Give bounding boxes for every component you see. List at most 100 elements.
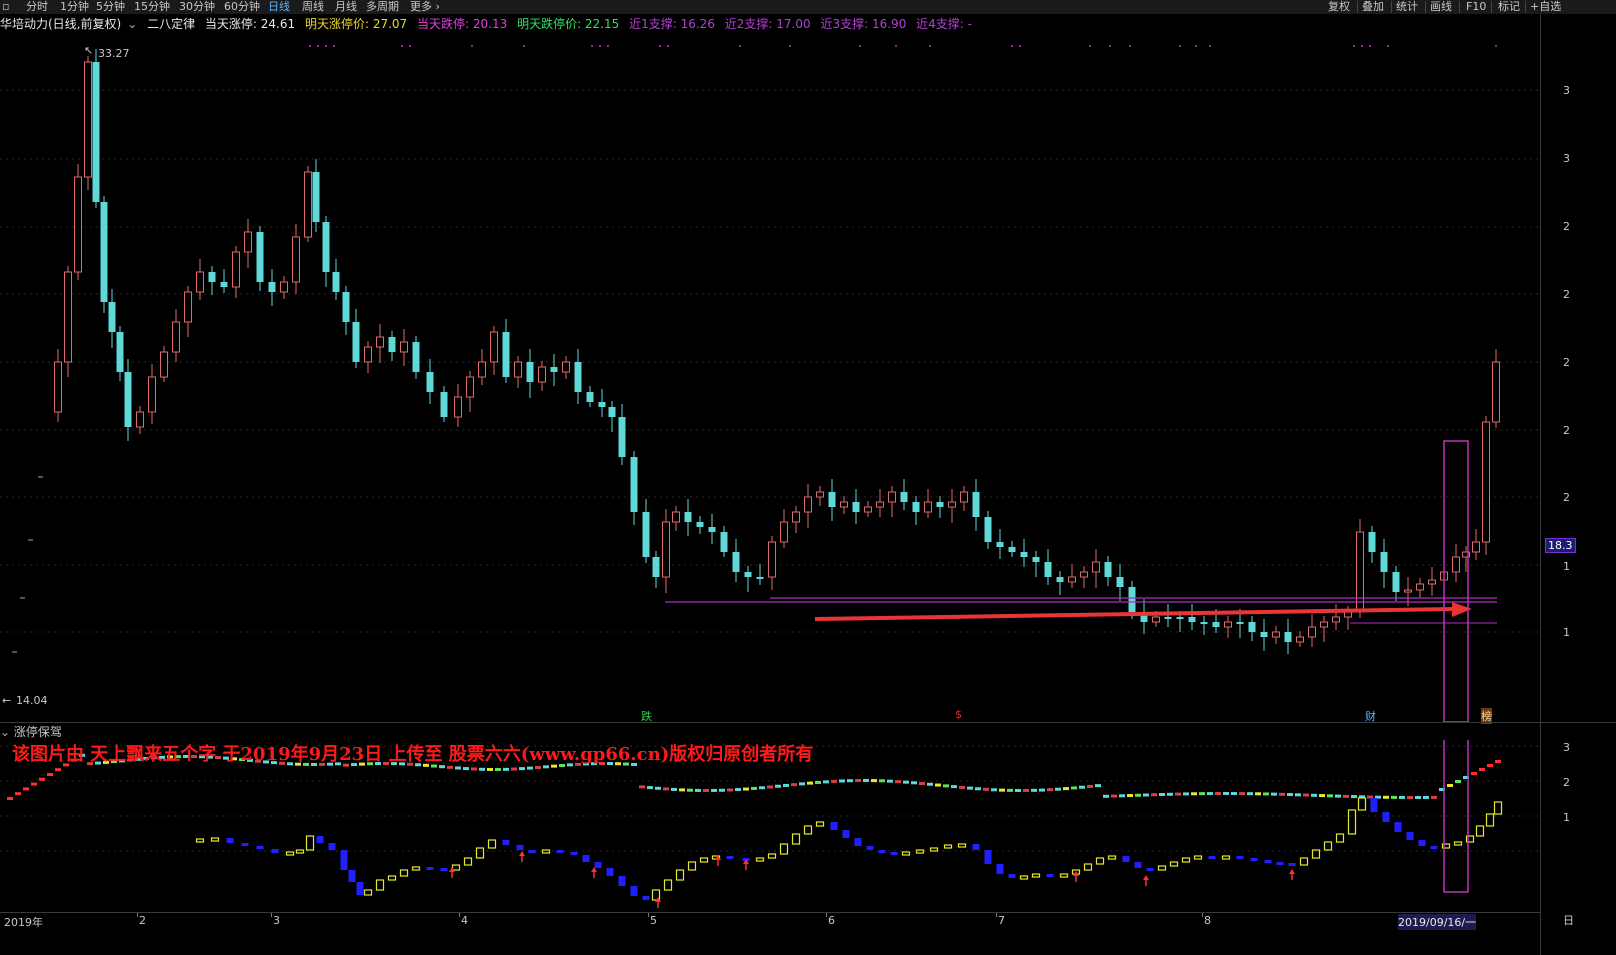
signal-dot — [333, 45, 335, 47]
tool-draw[interactable]: 画线 — [1430, 0, 1452, 14]
tab-60min[interactable]: 60分钟 — [224, 0, 260, 14]
date-label: 5 — [650, 914, 657, 927]
signal-dot — [409, 45, 411, 47]
indicator-bar-rising — [929, 847, 939, 852]
candle-body-down — [828, 492, 836, 507]
date-tick — [459, 913, 460, 917]
date-label: 3 — [273, 914, 280, 927]
candle-body-up — [54, 361, 62, 413]
candle-body-up — [84, 61, 92, 178]
indicator-bar — [991, 788, 997, 792]
candle-body-up — [924, 501, 932, 513]
collapse-circle-icon[interactable]: ⌄ — [127, 17, 137, 31]
tab-daily[interactable]: 日线 — [268, 0, 290, 14]
indicator-bar — [519, 767, 525, 771]
indicator-bar — [1327, 794, 1333, 798]
indicator-bar — [1119, 794, 1125, 798]
indicator-bar — [815, 780, 821, 784]
tool-f10[interactable]: F10 — [1466, 0, 1486, 14]
candle-body-down — [574, 362, 582, 392]
candle-body-up — [172, 321, 180, 353]
window-menu-icon[interactable]: ▫ — [2, 0, 9, 14]
tab-monthly[interactable]: 月线 — [335, 0, 357, 14]
indicator-bar — [1055, 787, 1061, 791]
panel-divider[interactable] — [0, 722, 1616, 723]
tab-30min[interactable]: 30分钟 — [179, 0, 215, 14]
signal-dot — [1011, 45, 1013, 47]
indicator-bar — [1495, 760, 1501, 763]
indicator-bar-rising — [451, 864, 461, 871]
indicator-bar — [1311, 793, 1317, 797]
indicator-panel-title[interactable]: 涨停保驾 — [14, 725, 62, 739]
candle-body-up — [1080, 571, 1088, 578]
chevron-right-icon: › — [435, 0, 440, 13]
price-tick: 1 — [1563, 626, 1570, 639]
signal-dot — [789, 45, 791, 47]
tab-1min[interactable]: 1分钟 — [60, 0, 89, 14]
indicator-bar-rising — [487, 839, 497, 849]
tab-more[interactable]: 更多 › — [410, 0, 440, 14]
candle-body-up — [74, 176, 82, 273]
candle-body-down — [1392, 572, 1400, 592]
buy-arrow-head — [519, 851, 525, 856]
tab-fenshi[interactable]: 分时 — [26, 0, 48, 14]
indicator-bar-falling — [972, 844, 980, 850]
indicator-bar — [471, 767, 477, 771]
date-tick — [826, 913, 827, 917]
price-axis[interactable]: 3 3 2 2 2 2 2 1 1 3 2 1 日 — [1540, 14, 1616, 955]
candle-body-up — [148, 376, 156, 413]
tab-15min[interactable]: 15分钟 — [134, 0, 170, 14]
indicator-bar-falling — [570, 852, 578, 855]
tab-multi-period[interactable]: 多周期 — [366, 0, 399, 14]
price-tick: 2 — [1563, 491, 1570, 504]
signal-dots — [309, 45, 1497, 47]
signal-dot — [895, 45, 897, 47]
signal-dot — [1019, 45, 1021, 47]
date-tick — [1202, 913, 1203, 917]
tab-weekly[interactable]: 周线 — [302, 0, 324, 14]
date-axis[interactable]: 2019年 2 3 4 5 6 7 8 2019/09/16/一 — [0, 912, 1540, 933]
candle-body-up — [304, 171, 312, 238]
indicator-bar — [1295, 793, 1301, 797]
indicator-bar-rising — [1347, 809, 1357, 835]
candle-body-up — [466, 376, 474, 398]
indicator-bar — [463, 767, 469, 771]
tool-add-watchlist[interactable]: +自选 — [1530, 0, 1561, 14]
indicator-bar — [1047, 788, 1053, 792]
indicator-bar-falling — [1264, 860, 1272, 863]
indicator-bar — [447, 765, 453, 769]
indicator-bar-falling — [426, 867, 434, 870]
candle-body-down — [598, 402, 606, 407]
candle-body-up — [1092, 561, 1100, 573]
indicator-bar — [943, 784, 949, 788]
indicator-name[interactable]: 二八定律 — [147, 17, 195, 31]
indicator-bar-rising — [1083, 863, 1093, 871]
indicator-bar — [1215, 792, 1221, 796]
candle-body-up — [1320, 621, 1328, 628]
candle-body-up — [136, 411, 144, 428]
tab-5min[interactable]: 5分钟 — [96, 0, 125, 14]
collapse-circle-icon[interactable]: ⌄ — [0, 725, 10, 739]
indicator-bar-falling — [594, 862, 602, 868]
price-tick: 2 — [1563, 356, 1570, 369]
indicator-bar-falling — [842, 830, 850, 838]
indicator-bar-rising — [767, 853, 777, 859]
tool-fuquan[interactable]: 复权 — [1328, 0, 1350, 14]
price-tick: 2 — [1563, 424, 1570, 437]
candlestick-chart[interactable]: 33.27 ↖ ← 14.04 — [0, 32, 1562, 722]
tool-overlay[interactable]: 叠加 — [1362, 0, 1384, 14]
tool-mark[interactable]: 标记 — [1498, 0, 1520, 14]
signal-dot — [599, 45, 601, 47]
indicator-bar — [935, 783, 941, 787]
indicator-bar — [511, 767, 517, 771]
event-marker-dollar[interactable]: $ — [955, 708, 962, 721]
tool-stats[interactable]: 统计 — [1396, 0, 1418, 14]
indicator-bar-falling — [642, 896, 650, 900]
candle-body-down — [708, 527, 716, 532]
indicator-bar-rising — [1193, 855, 1203, 860]
indicator-bar — [1351, 795, 1357, 799]
candle-body-down — [352, 322, 360, 362]
toolbar-divider — [1525, 1, 1526, 13]
indicator-bar-falling — [1146, 868, 1154, 871]
candle-body-down — [124, 372, 132, 427]
